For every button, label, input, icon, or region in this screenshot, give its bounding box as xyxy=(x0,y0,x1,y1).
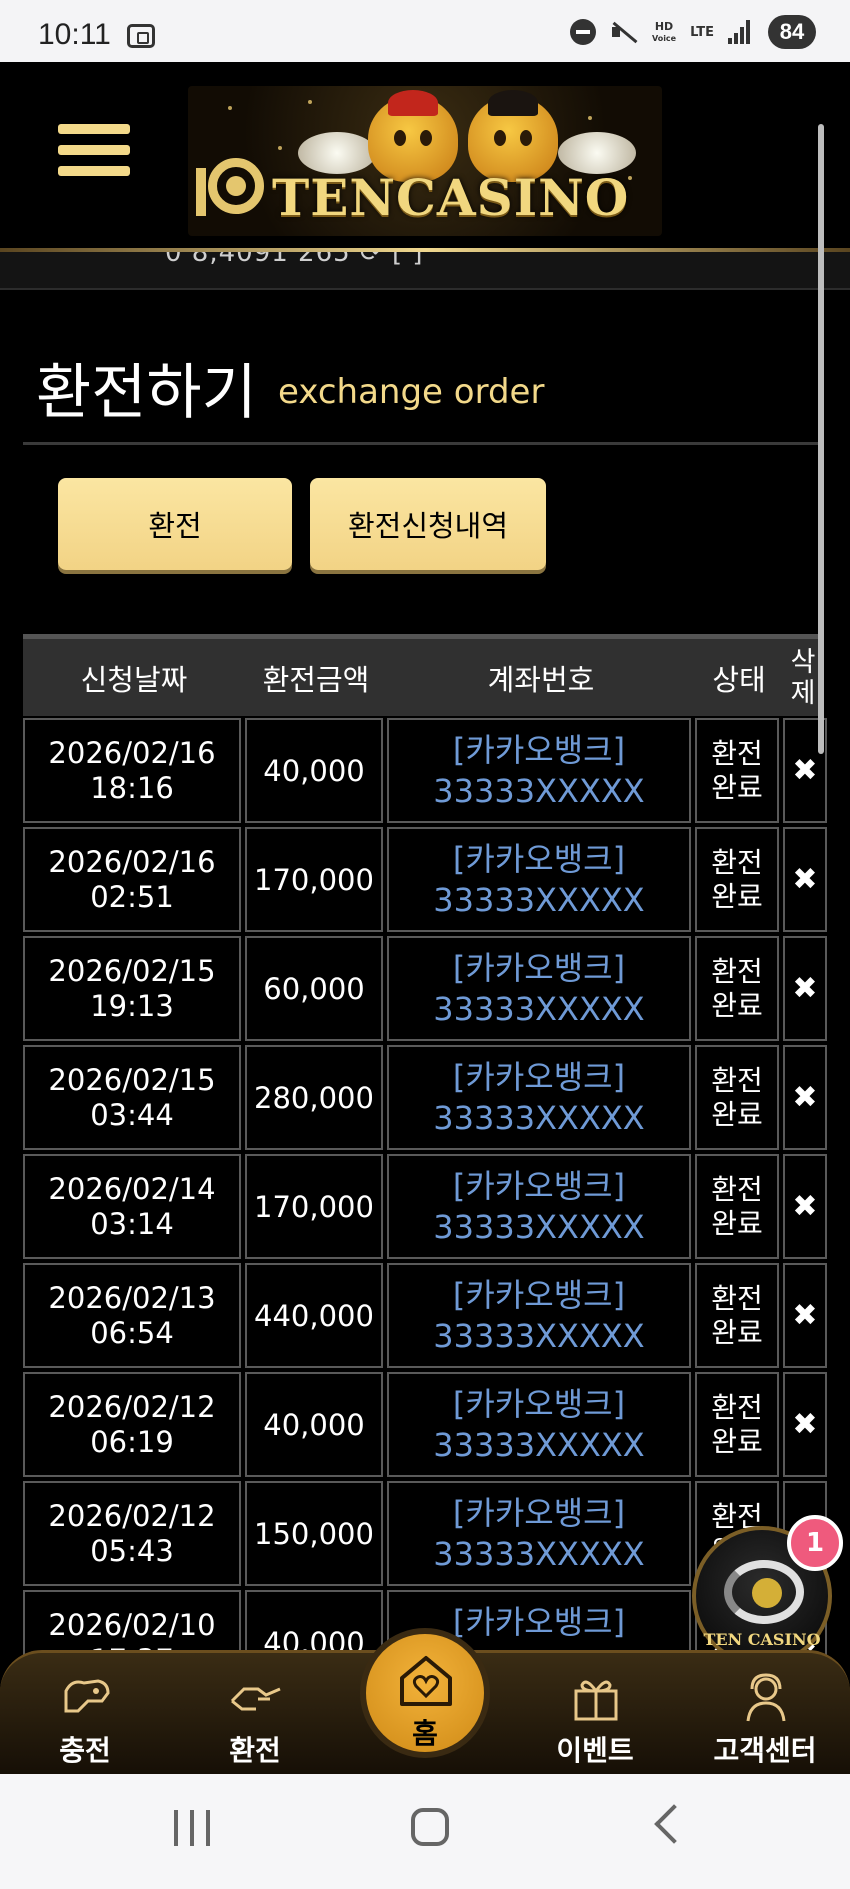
nav-support[interactable]: 고객센터 xyxy=(690,1653,840,1777)
table-row: 2026/02/16 18:16 40,000 [카카오뱅크] 33333XXXXX… xyxy=(23,718,827,827)
gift-icon xyxy=(574,1680,618,1721)
app-header: TENCASINO xyxy=(0,62,850,252)
title-divider xyxy=(23,442,823,445)
status-time: 10:11 xyxy=(38,18,111,51)
scrollbar[interactable] xyxy=(818,124,824,754)
table-row: 2026/02/12 06:19 40,000 [카카오뱅크] 33333XXXXX… xyxy=(23,1372,827,1481)
account-cell: [카카오뱅크] 33333XXXXX xyxy=(387,1045,691,1150)
date-cell: 2026/02/16 18:16 xyxy=(23,718,241,823)
amount-cell: 170,000 xyxy=(245,1154,383,1259)
nav-home[interactable]: 홈 xyxy=(360,1628,490,1758)
status-cell: 환전 완료 xyxy=(695,718,779,823)
account-cell: [카카오뱅크] 33333XXXXX xyxy=(387,718,691,823)
signal-icon xyxy=(728,20,754,44)
system-nav-bar xyxy=(0,1774,850,1889)
nav-charge[interactable]: 충전 xyxy=(10,1653,160,1777)
table-row: 2026/02/14 03:14 170,000 [카카오뱅크] 33333XXXX… xyxy=(23,1154,827,1263)
nav-exchange-label: 환전 xyxy=(229,1734,281,1767)
amount-cell: 150,000 xyxy=(245,1481,383,1586)
amount-cell: 40,000 xyxy=(245,718,383,823)
charge-icon xyxy=(64,1679,110,1713)
delete-icon[interactable]: ✖ xyxy=(783,1154,827,1259)
nav-charge-label: 충전 xyxy=(59,1734,111,1767)
page-subtitle: exchange order xyxy=(278,372,545,412)
amount-cell: 170,000 xyxy=(245,827,383,932)
column-header-amount: 환전금액 xyxy=(262,662,370,697)
home-heart-icon xyxy=(400,1656,452,1706)
screen-record-icon xyxy=(127,24,155,48)
recent-apps-icon[interactable] xyxy=(174,1810,210,1846)
exchange-button[interactable]: 환전 xyxy=(58,478,292,570)
nav-event[interactable]: 이벤트 xyxy=(520,1653,670,1777)
date-cell: 2026/02/13 06:54 xyxy=(23,1263,241,1368)
floating-logo-text: TEN CASINO xyxy=(703,1630,821,1649)
column-header-account: 계좌번호 xyxy=(487,662,595,697)
hd-voice-icon: HD Voice xyxy=(651,19,677,43)
amount-cell: 280,000 xyxy=(245,1045,383,1150)
back-icon[interactable] xyxy=(654,1804,694,1844)
table-row: 2026/02/13 06:54 440,000 [카카오뱅크] 33333XXXX… xyxy=(23,1263,827,1372)
date-cell: 2026/02/12 06:19 xyxy=(23,1372,241,1477)
logo-text: TENCASINO xyxy=(272,168,630,227)
table-row: 2026/02/15 19:13 60,000 [카카오뱅크] 33333XXXXX… xyxy=(23,936,827,1045)
status-bar: 10:11 HD Voice LTE 84 xyxy=(0,0,850,62)
date-cell: 2026/02/12 05:43 xyxy=(23,1481,241,1586)
status-cell: 환전 완료 xyxy=(695,1045,779,1150)
delete-icon[interactable]: ✖ xyxy=(783,936,827,1041)
column-header-date: 신청날짜 xyxy=(80,662,188,697)
delete-icon[interactable]: ✖ xyxy=(783,1263,827,1368)
mute-icon xyxy=(610,19,638,45)
status-cell: 환전 완료 xyxy=(695,1372,779,1477)
amount-cell: 40,000 xyxy=(245,1372,383,1477)
date-cell: 2026/02/14 03:14 xyxy=(23,1154,241,1259)
status-cell: 환전 완료 xyxy=(695,936,779,1041)
delete-icon[interactable]: ✖ xyxy=(783,1372,827,1477)
battery-indicator: 84 xyxy=(768,15,816,49)
status-cell: 환전 완료 xyxy=(695,827,779,932)
notification-badge: 1 xyxy=(787,1515,843,1571)
column-header-status: 상태 xyxy=(712,662,766,697)
date-cell: 2026/02/15 19:13 xyxy=(23,936,241,1041)
amount-cell: 60,000 xyxy=(245,936,383,1041)
menu-icon[interactable] xyxy=(58,124,130,186)
user-info-text: 0 8,4091 265 ⟳ [ ] xyxy=(165,252,424,268)
site-logo[interactable]: TENCASINO xyxy=(188,86,662,236)
nav-exchange[interactable]: 환전 xyxy=(180,1653,330,1777)
date-cell: 2026/02/15 03:44 xyxy=(23,1045,241,1150)
lte-icon: LTE xyxy=(690,24,714,40)
account-cell: [카카오뱅크] 33333XXXXX xyxy=(387,936,691,1041)
delete-icon[interactable]: ✖ xyxy=(783,827,827,932)
table-header: 신청날짜 환전금액 계좌번호 상태 삭 제 xyxy=(23,634,823,716)
account-cell: [카카오뱅크] 33333XXXXX xyxy=(387,1481,691,1586)
system-home-icon[interactable] xyxy=(411,1808,449,1846)
user-info-strip: 0 8,4091 265 ⟳ [ ] xyxy=(0,252,850,290)
status-cell: 환전 완료 xyxy=(695,1263,779,1368)
nav-home-label: 홈 xyxy=(412,1717,438,1750)
delete-icon[interactable]: ✖ xyxy=(783,1045,827,1150)
table-row: 2026/02/15 03:44 280,000 [카카오뱅크] 33333XXXX… xyxy=(23,1045,827,1154)
exchange-icon xyxy=(230,1687,281,1711)
exchange-history-button[interactable]: 환전신청내역 xyxy=(310,478,546,570)
nav-event-label: 이벤트 xyxy=(556,1734,634,1767)
account-cell: [카카오뱅크] 33333XXXXX xyxy=(387,1154,691,1259)
support-agent-icon xyxy=(746,1673,786,1722)
amount-cell: 440,000 xyxy=(245,1263,383,1368)
status-cell: 환전 완료 xyxy=(695,1154,779,1259)
date-cell: 2026/02/16 02:51 xyxy=(23,827,241,932)
nav-support-label: 고객센터 xyxy=(713,1734,817,1767)
account-cell: [카카오뱅크] 33333XXXXX xyxy=(387,827,691,932)
column-header-delete: 삭 제 xyxy=(790,646,816,709)
table-row: 2026/02/16 02:51 170,000 [카카오뱅크] 33333XXXX… xyxy=(23,827,827,936)
account-cell: [카카오뱅크] 33333XXXXX xyxy=(387,1372,691,1477)
page-title: 환전하기 xyxy=(36,358,257,428)
do-not-disturb-icon xyxy=(569,19,596,45)
status-icons: HD Voice LTE 84 xyxy=(569,14,816,50)
account-cell: [카카오뱅크] 33333XXXXX xyxy=(387,1263,691,1368)
